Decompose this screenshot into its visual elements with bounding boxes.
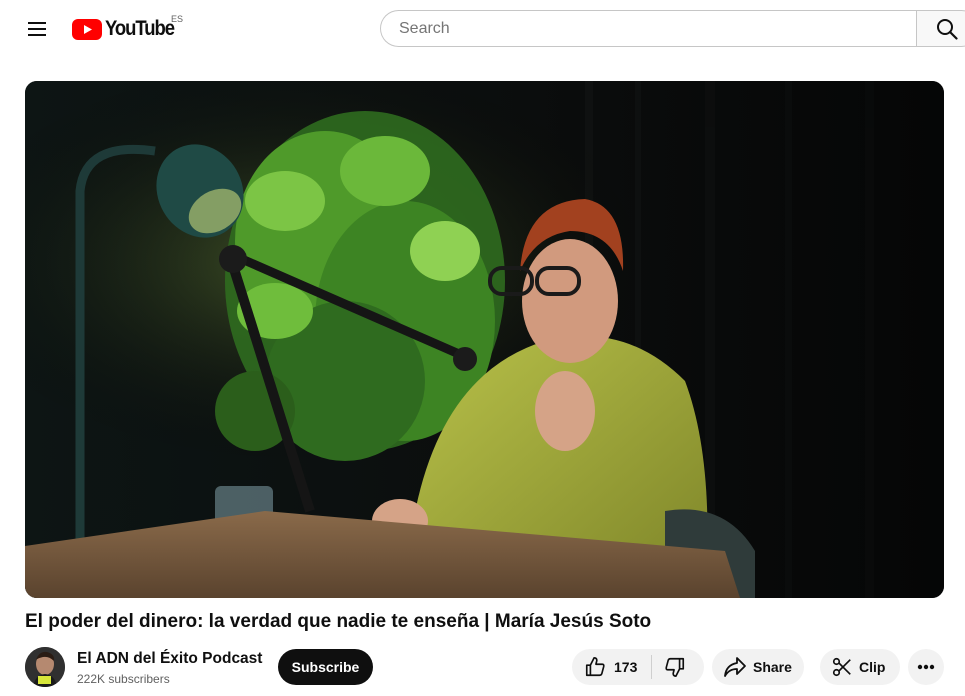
clip-button[interactable]: Clip <box>820 649 900 685</box>
share-label: Share <box>753 659 792 675</box>
search-button[interactable] <box>916 10 965 47</box>
share-icon <box>724 657 746 677</box>
masthead: YouTube ES <box>0 0 965 58</box>
youtube-logo-icon <box>72 18 102 40</box>
like-dislike-group: 173 <box>572 649 704 685</box>
like-icon <box>585 657 605 677</box>
share-button[interactable]: Share <box>712 649 804 685</box>
avatar-image <box>25 647 65 687</box>
channel-name[interactable]: El ADN del Éxito Podcast <box>77 650 262 668</box>
subscribe-button[interactable]: Subscribe <box>278 649 373 685</box>
logo-text: YouTube <box>105 17 175 40</box>
menu-icon <box>28 22 46 36</box>
search-input[interactable] <box>397 18 900 39</box>
video-frame <box>25 81 944 598</box>
dislike-button[interactable] <box>652 649 686 685</box>
scissors-icon <box>832 657 851 677</box>
more-icon <box>917 664 935 670</box>
more-actions-button[interactable] <box>908 649 944 685</box>
like-button[interactable]: 173 <box>572 649 637 685</box>
country-code: ES <box>171 14 184 24</box>
video-title: El poder del dinero: la verdad que nadie… <box>25 611 652 632</box>
like-count: 173 <box>614 659 638 675</box>
search-icon <box>937 18 958 40</box>
channel-avatar[interactable] <box>25 647 65 687</box>
menu-button[interactable] <box>19 11 55 47</box>
subscriber-count: 222K subscribers <box>77 672 170 686</box>
dislike-icon <box>665 657 685 677</box>
search-box <box>380 10 916 47</box>
clip-label: Clip <box>859 659 886 675</box>
video-player[interactable] <box>25 81 944 598</box>
youtube-logo[interactable]: YouTube <box>72 14 183 44</box>
